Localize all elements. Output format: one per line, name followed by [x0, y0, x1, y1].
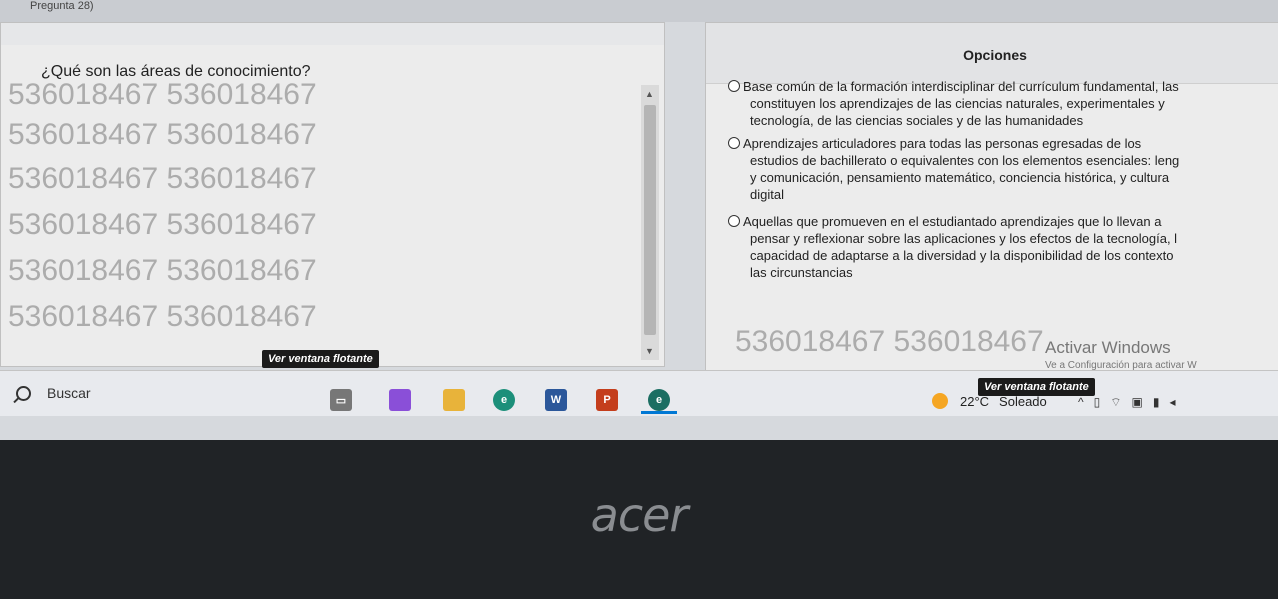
question-text: ¿Qué son las áreas de conocimiento? — [41, 63, 311, 80]
screen: Pregunta 28) ¿Qué son las áreas de conoc… — [0, 0, 1278, 440]
radio-option-2[interactable] — [728, 137, 740, 149]
option-3-line: Aquellas que promueven en el estudiantad… — [743, 214, 1162, 229]
radio-option-3[interactable] — [728, 215, 740, 227]
options-title: Opciones — [963, 47, 1027, 63]
acer-logo: acer — [590, 488, 689, 542]
question-panel-header — [1, 23, 664, 45]
network-icon[interactable]: ▣ — [1132, 395, 1153, 409]
options-header: Opciones — [706, 23, 1278, 84]
radio-option-1[interactable] — [728, 80, 740, 92]
task-view-icon[interactable]: ▭ — [330, 389, 352, 411]
question-scrollbar[interactable]: ▲ ▼ — [641, 85, 659, 360]
window-title-bar: Pregunta 28) — [0, 0, 1278, 22]
option-2-line: Aprendizajes articuladores para todas la… — [743, 136, 1142, 151]
option-2-line: digital — [750, 187, 784, 202]
active-app-indicator — [641, 411, 677, 414]
scroll-thumb[interactable] — [644, 105, 656, 335]
options-panel: Opciones Base común de la formación inte… — [705, 22, 1278, 372]
option-3[interactable]: Aquellas que promueven en el estudiantad… — [728, 213, 1278, 281]
search-input[interactable]: Buscar — [47, 385, 91, 401]
search-icon — [16, 385, 31, 401]
browser-icon[interactable]: e — [648, 389, 670, 411]
window-title: Pregunta 28) — [30, 0, 94, 12]
floating-window-button[interactable]: Ver ventana flotante — [978, 378, 1095, 396]
sun-icon — [932, 393, 948, 409]
powerpoint-icon[interactable]: P — [596, 389, 618, 411]
option-1-line: Base común de la formación interdiscipli… — [743, 79, 1179, 94]
file-explorer-icon[interactable] — [443, 389, 465, 411]
activate-windows-notice: Activar Windows Ve a Configuración para … — [1045, 338, 1197, 371]
word-icon[interactable]: W — [545, 389, 567, 411]
option-3-line: las circunstancias — [750, 265, 853, 280]
wifi-icon[interactable]: ⌔ — [1110, 395, 1131, 409]
taskbar-search[interactable]: Buscar — [10, 379, 310, 407]
option-1-line: constituyen los aprendizajes de las cien… — [750, 96, 1165, 111]
scroll-down-icon[interactable]: ▼ — [645, 346, 654, 356]
copilot-icon[interactable] — [389, 389, 411, 411]
option-2[interactable]: Aprendizajes articuladores para todas la… — [728, 135, 1278, 203]
battery-icon[interactable]: ▮ — [1153, 395, 1170, 409]
option-2-line: y comunicación, pensamiento matemático, … — [750, 170, 1170, 185]
activate-title: Activar Windows — [1045, 338, 1171, 357]
option-3-line: capacidad de adaptarse a la diversidad y… — [750, 248, 1174, 263]
floating-window-button[interactable]: Ver ventana flotante — [262, 350, 379, 368]
option-1-line: tecnología, de las ciencias sociales y d… — [750, 113, 1084, 128]
system-tray[interactable]: ^▯⌔▣▮◂ — [1078, 395, 1186, 410]
option-2-line: estudios de bachillerato o equivalentes … — [750, 153, 1180, 168]
speaker-icon[interactable]: ◂ — [1169, 395, 1185, 409]
chevron-up-icon[interactable]: ^ — [1078, 395, 1094, 409]
edge-icon[interactable]: e — [493, 389, 515, 411]
question-panel: ¿Qué son las áreas de conocimiento? ▲ ▼ — [0, 22, 665, 367]
tray-app-icon[interactable]: ▯ — [1094, 395, 1111, 409]
option-1[interactable]: Base común de la formación interdiscipli… — [728, 78, 1278, 129]
option-3-line: pensar y reflexionar sobre las aplicacio… — [750, 231, 1178, 246]
scroll-up-icon[interactable]: ▲ — [645, 89, 654, 99]
